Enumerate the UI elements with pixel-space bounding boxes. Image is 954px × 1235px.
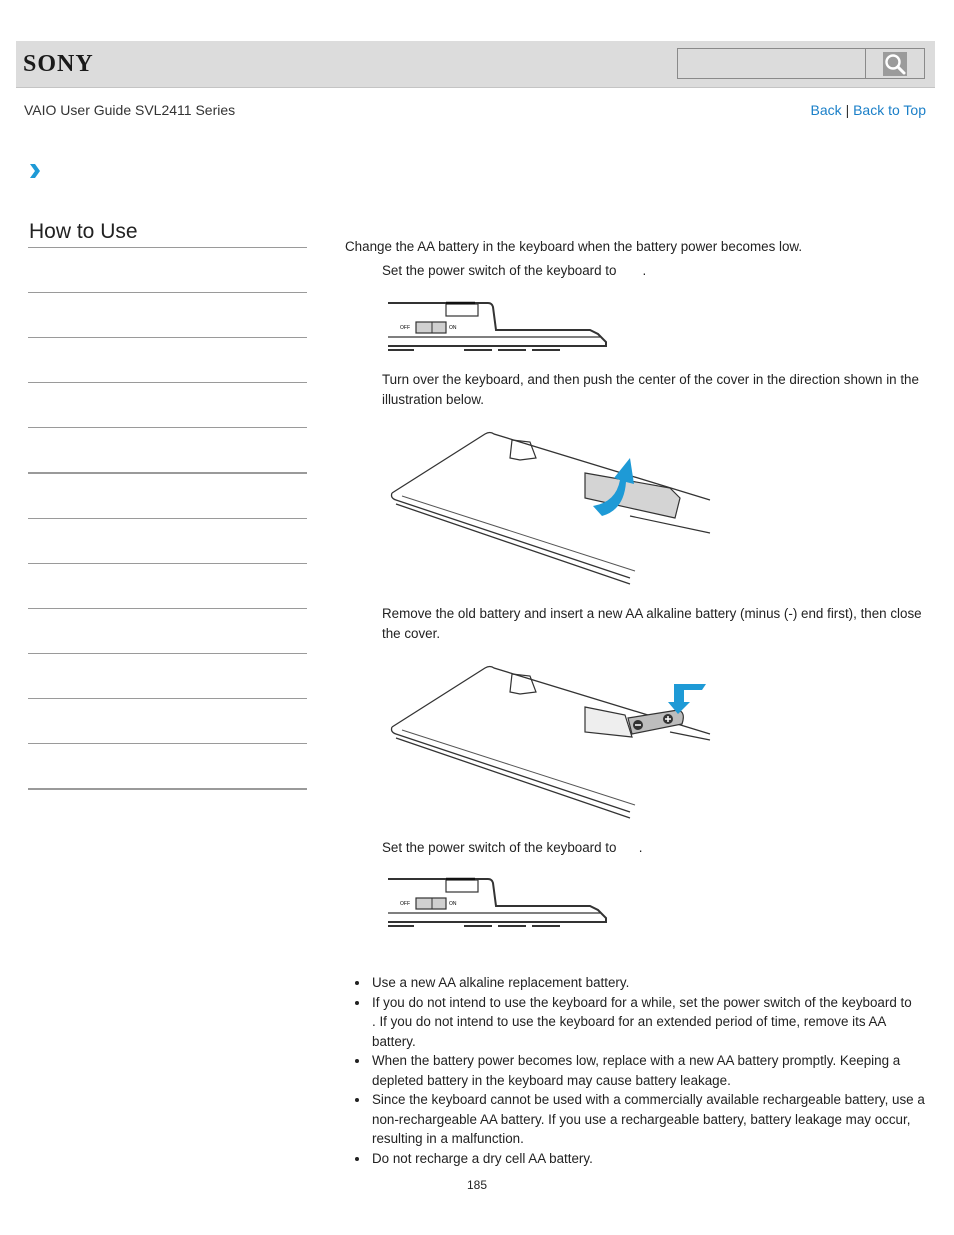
intro-text: Change the AA battery in the keyboard wh… <box>345 239 803 254</box>
search-icon <box>883 51 907 76</box>
note-item: When the battery power becomes low, repl… <box>355 1051 927 1090</box>
step-4-text: Set the power switch of the keyboard to … <box>382 840 643 855</box>
sidebar-divider <box>28 788 307 790</box>
sidebar-divider <box>28 518 307 519</box>
page-number: 185 <box>467 1178 488 1192</box>
nav-separator: | <box>845 102 850 118</box>
switch-off-label: OFF <box>400 325 410 331</box>
switch-off-label: OFF <box>400 901 410 907</box>
note-item: Do not recharge a dry cell AA battery. <box>355 1149 927 1169</box>
step-3-text: Remove the old battery and insert a new … <box>382 606 922 641</box>
search-input[interactable] <box>677 48 925 79</box>
switch-on-label: ON <box>449 901 457 907</box>
note-item: Use a new AA alkaline replacement batter… <box>355 973 927 993</box>
sidebar-divider <box>28 427 307 428</box>
sidebar-divider <box>28 292 307 293</box>
sidebar-divider <box>28 698 307 699</box>
note-item: If you do not intend to use the keyboard… <box>355 993 927 1052</box>
chevron-right-icon[interactable] <box>28 163 42 184</box>
sidebar-heading: How to Use <box>29 220 138 243</box>
note-item: Since the keyboard cannot be used with a… <box>355 1090 927 1149</box>
sidebar-divider <box>28 472 307 474</box>
sidebar-divider <box>28 563 307 564</box>
nav-links: Back | Back to Top <box>811 102 926 118</box>
sidebar-divider <box>28 653 307 654</box>
step-2-text: Turn over the keyboard, and then push th… <box>382 372 919 407</box>
sidebar-divider <box>28 247 307 248</box>
sony-logo: SONY <box>23 51 94 77</box>
keyboard-switch-on-illustration: OFF ON <box>380 874 610 935</box>
step-1-text: Set the power switch of the keyboard to … <box>382 263 647 278</box>
search-button[interactable] <box>865 49 924 78</box>
sidebar-divider <box>28 382 307 383</box>
keyboard-insert-battery-illustration <box>380 662 720 832</box>
keyboard-open-cover-illustration <box>380 428 720 598</box>
notes-list: Use a new AA alkaline replacement batter… <box>352 973 927 1168</box>
sidebar-divider <box>28 337 307 338</box>
back-link[interactable]: Back <box>811 102 842 118</box>
guide-title: VAIO User Guide SVL2411 Series <box>24 102 236 118</box>
switch-on-label: ON <box>449 325 457 331</box>
keyboard-switch-off-illustration: OFF ON <box>380 298 610 359</box>
sidebar-divider <box>28 608 307 609</box>
back-to-top-link[interactable]: Back to Top <box>853 102 926 118</box>
header-bar: SONY <box>16 41 935 88</box>
sidebar-divider <box>28 743 307 744</box>
